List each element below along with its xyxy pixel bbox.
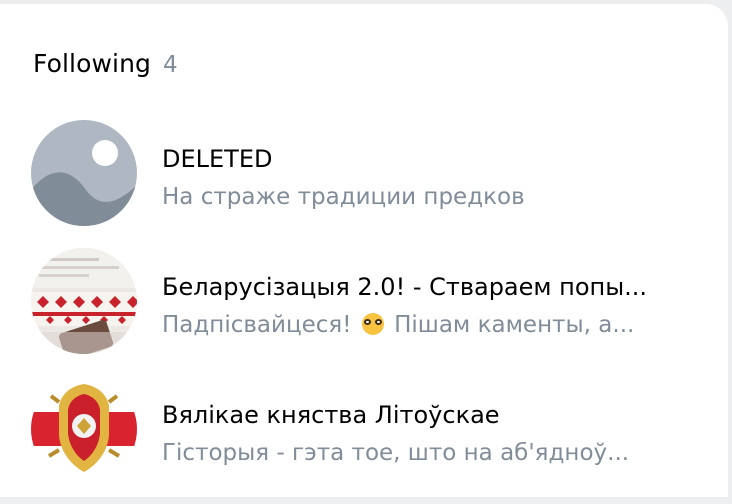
- following-title: Following: [33, 49, 151, 78]
- coat-of-arms-icon: [31, 376, 137, 482]
- deleted-avatar-icon: [31, 120, 137, 226]
- following-list: DELETED На страже традиции предков Белар…: [31, 120, 721, 504]
- nerd-face-emoji-icon: [361, 313, 384, 335]
- item-text: DELETED На страже традиции предков: [162, 143, 697, 213]
- avatar[interactable]: [31, 376, 137, 482]
- item-title[interactable]: Вялікае княства Літоўскае: [162, 399, 697, 431]
- list-item[interactable]: DELETED На страже традиции предков: [31, 120, 721, 248]
- item-text: Вялікае княства Літоўскае Гісторыя - гэт…: [162, 399, 697, 469]
- embroidery-photo-icon: [31, 248, 137, 354]
- list-item[interactable]: Вялікае княства Літоўскае Гісторыя - гэт…: [31, 376, 721, 504]
- list-item[interactable]: Беларусізацыя 2.0! - Ствараем попы... Па…: [31, 248, 721, 376]
- subtitle-part-1: Падпісвайцеся!: [162, 312, 352, 338]
- following-count[interactable]: 4: [163, 52, 178, 78]
- item-title[interactable]: DELETED: [162, 143, 697, 175]
- item-subtitle: Гісторыя - гэта тое, што на аб'ядноў...: [162, 440, 630, 466]
- following-header: Following 4: [33, 49, 178, 78]
- item-subtitle: Падпісвайцеся! Пішам каменты, а...: [162, 309, 697, 341]
- subtitle-part-2: Пішам каменты, а...: [394, 312, 635, 338]
- avatar[interactable]: [31, 120, 137, 226]
- item-text: Беларусізацыя 2.0! - Ствараем попы... Па…: [162, 271, 697, 341]
- avatar[interactable]: [31, 248, 137, 354]
- item-subtitle: На страже традиции предков: [162, 184, 525, 210]
- item-title[interactable]: Беларусізацыя 2.0! - Ствараем попы...: [162, 271, 697, 303]
- following-card: Following 4 DELETED На страже традиции п…: [0, 4, 728, 497]
